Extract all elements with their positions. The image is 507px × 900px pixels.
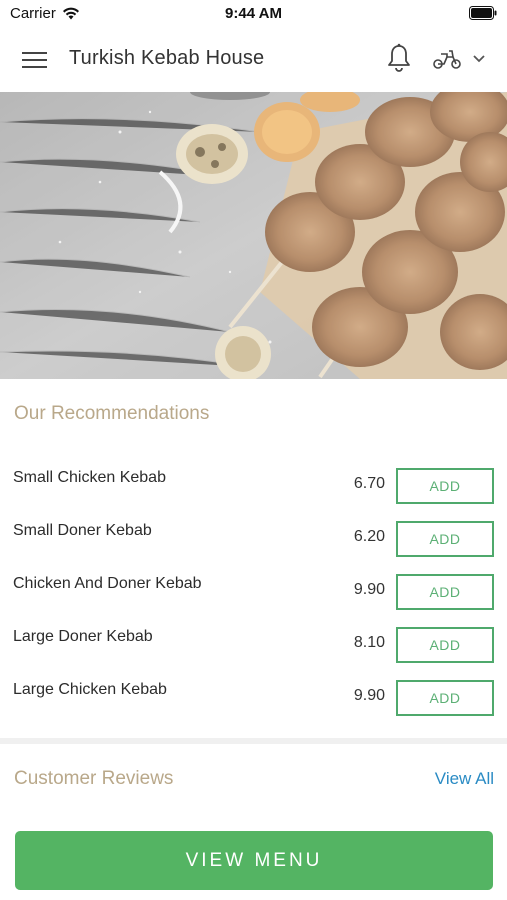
view-menu-button[interactable]: VIEW MENU <box>15 831 493 890</box>
add-button[interactable]: ADD <box>396 521 494 557</box>
item-price: 8.10 <box>353 634 385 651</box>
status-time: 9:44 AM <box>225 5 282 22</box>
bell-icon[interactable] <box>386 43 412 73</box>
item-name: Large Doner Kebab <box>13 628 153 645</box>
item-name: Chicken And Doner Kebab <box>13 575 202 592</box>
list-item: Large Chicken Kebab 9.90 ADD <box>0 669 507 722</box>
menu-icon[interactable] <box>22 48 48 72</box>
add-button[interactable]: ADD <box>396 574 494 610</box>
list-item: Large Doner Kebab 8.10 ADD <box>0 616 507 669</box>
battery-icon <box>469 6 497 20</box>
status-bar: Carrier 9:44 AM <box>0 0 507 28</box>
restaurant-title: Turkish Kebab House <box>69 47 265 69</box>
chevron-down-icon[interactable] <box>472 53 486 65</box>
item-price: 9.90 <box>353 581 385 598</box>
add-button[interactable]: ADD <box>396 627 494 663</box>
recommendations-title: Our Recommendations <box>14 403 210 424</box>
add-button[interactable]: ADD <box>396 468 494 504</box>
kebab-photo <box>0 92 507 379</box>
item-price: 9.90 <box>353 687 385 704</box>
section-divider <box>0 738 507 744</box>
view-all-link[interactable]: View All <box>435 769 494 789</box>
item-name: Small Doner Kebab <box>13 522 152 539</box>
app-header: Turkish Kebab House <box>0 28 507 92</box>
reviews-title: Customer Reviews <box>14 768 174 789</box>
scooter-icon[interactable] <box>432 48 462 70</box>
add-button[interactable]: ADD <box>396 680 494 716</box>
item-price: 6.70 <box>353 475 385 492</box>
list-item: Small Doner Kebab 6.20 ADD <box>0 510 507 563</box>
recommendations-list: Small Chicken Kebab 6.70 ADD Small Doner… <box>0 457 507 722</box>
item-price: 6.20 <box>353 528 385 545</box>
item-name: Small Chicken Kebab <box>13 469 166 486</box>
list-item: Small Chicken Kebab 6.70 ADD <box>0 457 507 510</box>
list-item: Chicken And Doner Kebab 9.90 ADD <box>0 563 507 616</box>
hero-image <box>0 92 507 379</box>
item-name: Large Chicken Kebab <box>13 681 167 698</box>
